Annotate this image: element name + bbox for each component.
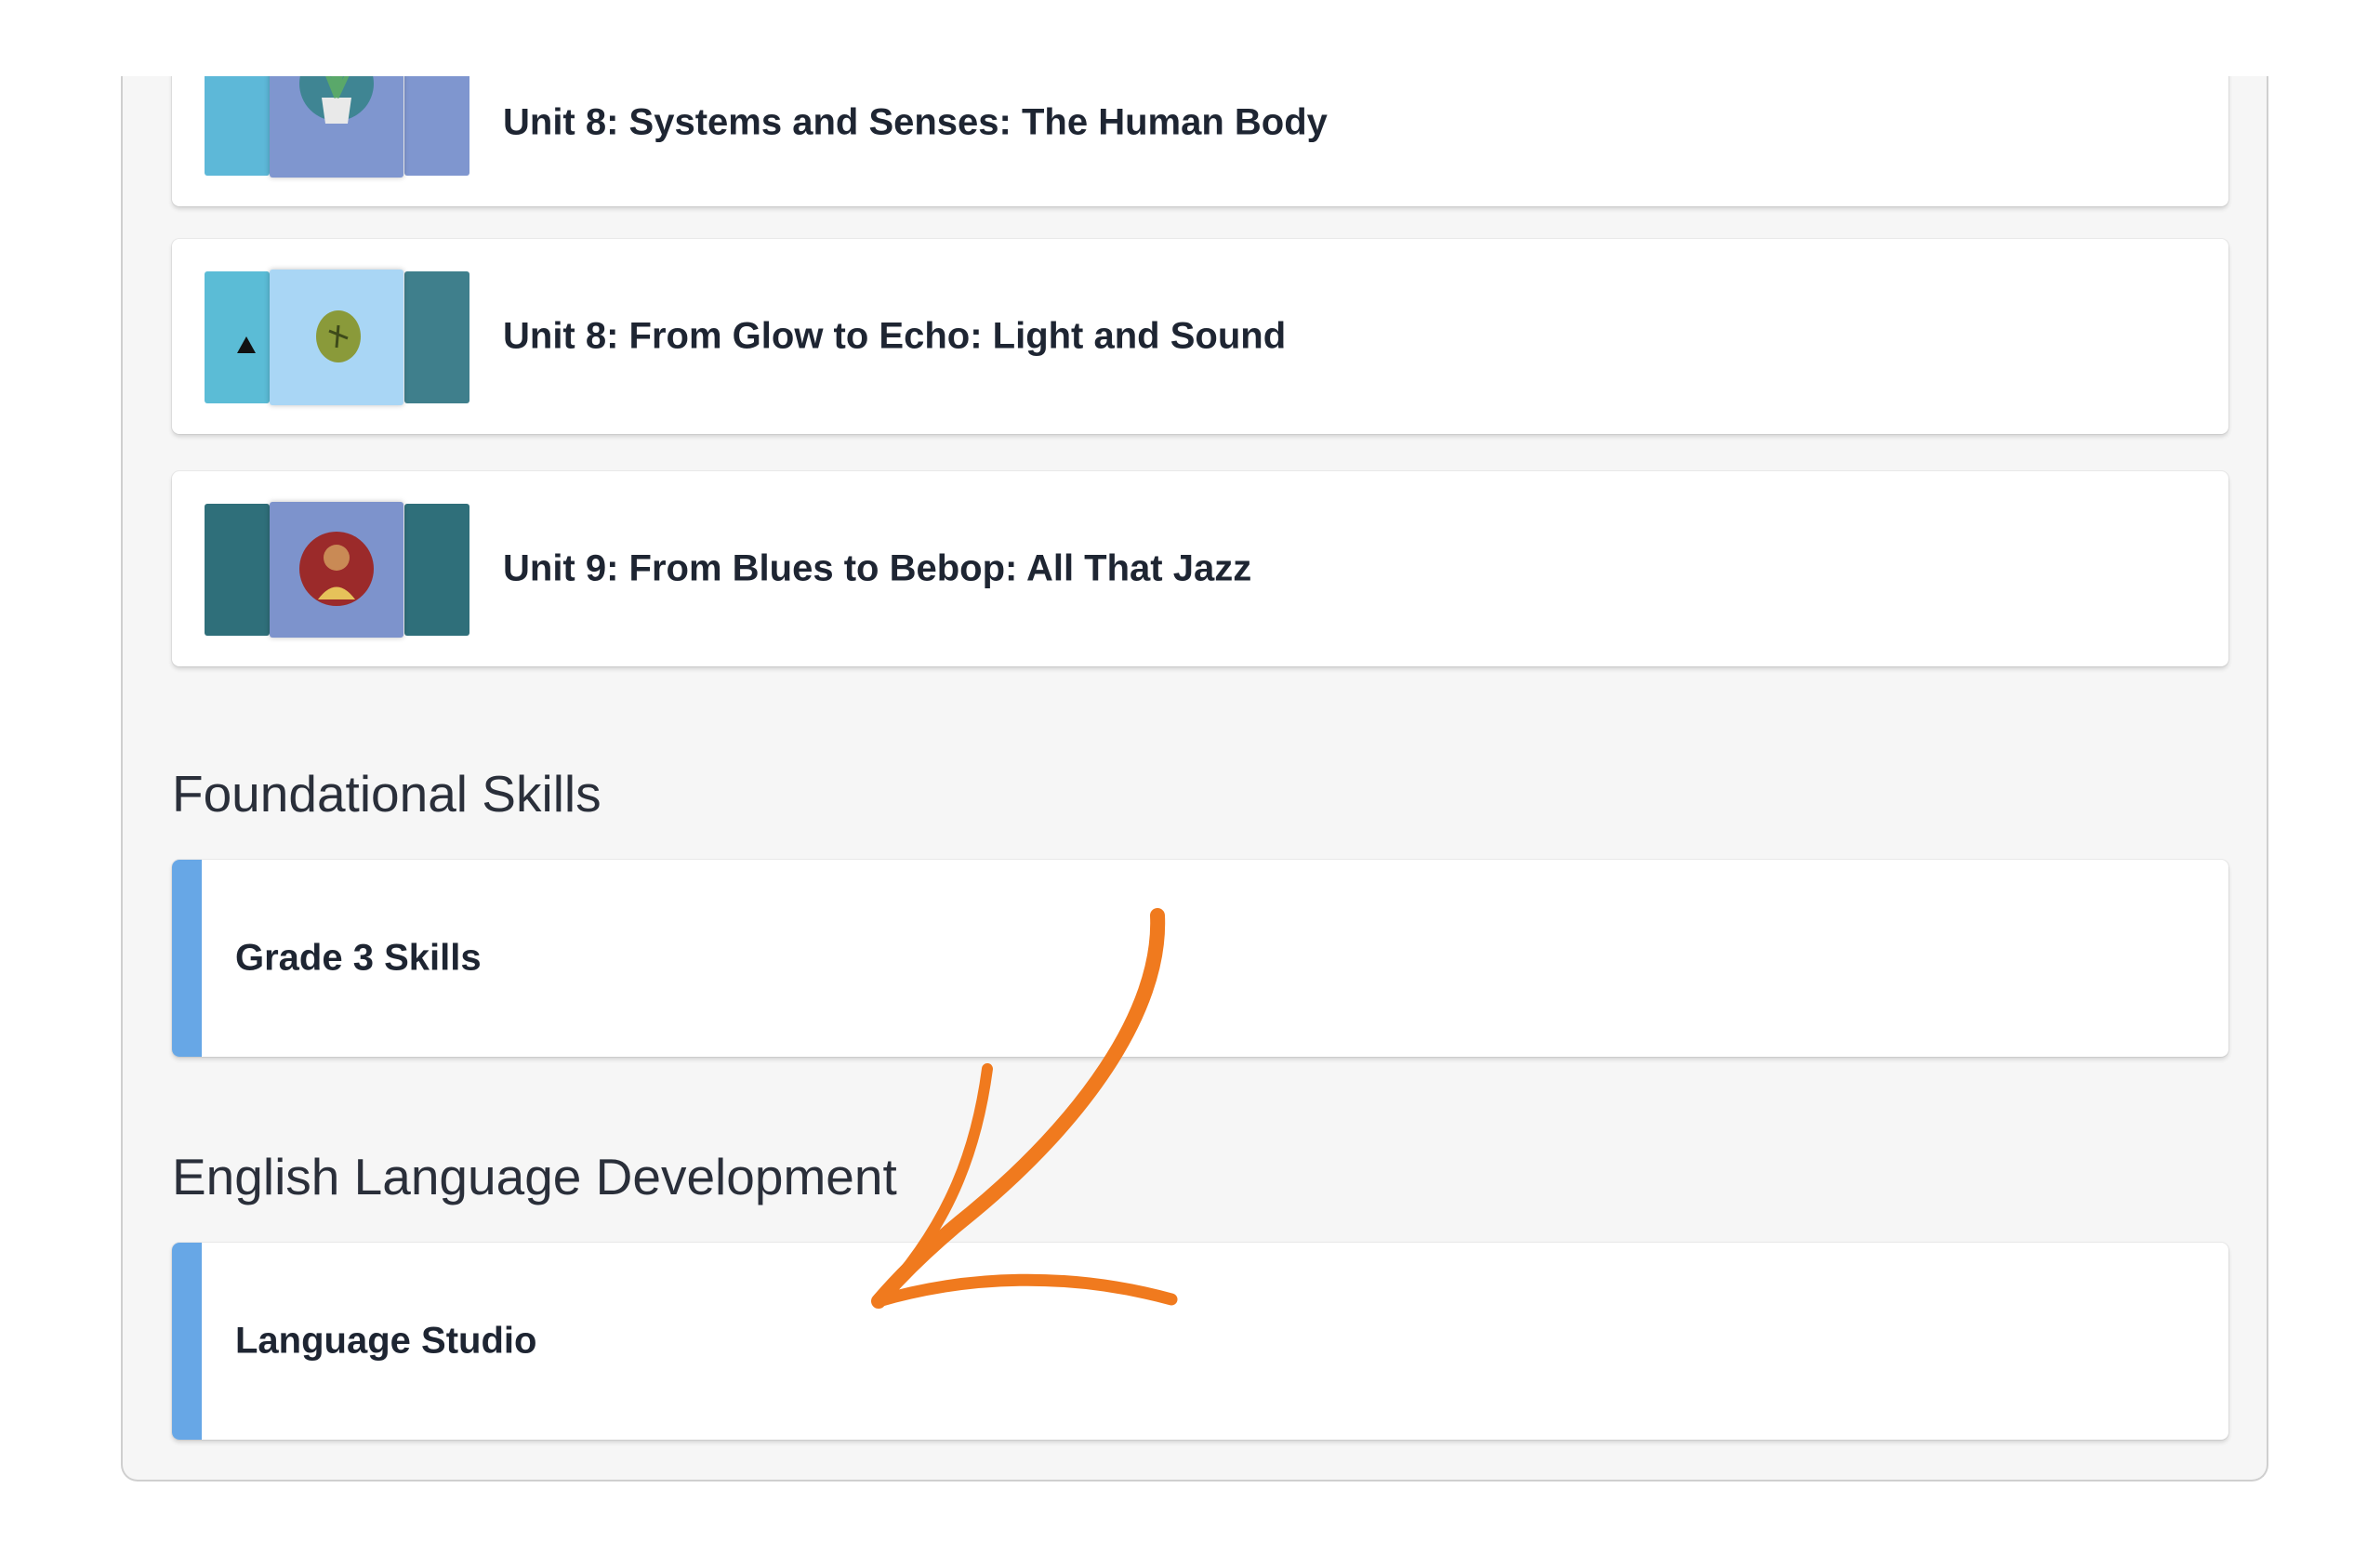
card-accent-bar: [172, 860, 202, 1057]
section-heading-english-language-development: English Language Development: [172, 1148, 897, 1205]
skill-title: Language Studio: [235, 1320, 537, 1362]
skill-card-grade-3-skills[interactable]: Grade 3 Skills: [172, 860, 2228, 1057]
seed-icon: [270, 270, 403, 405]
skill-title: Grade 3 Skills: [235, 937, 482, 979]
thumbnail-side-left: [205, 271, 270, 403]
thumbnail-side-left: [205, 504, 270, 636]
unit-title: Unit 9: From Blues to Bebop: All That Ja…: [503, 547, 1252, 589]
unit-title: Unit 8: Systems and Senses: The Human Bo…: [503, 101, 1328, 143]
plant-icon: [270, 76, 403, 178]
thumbnail-side-right: [404, 504, 469, 636]
unit-thumbnail: [205, 502, 469, 638]
unit-card-human-body[interactable]: Unit 8: Systems and Senses: The Human Bo…: [172, 76, 2228, 206]
card-accent-bar: [172, 1243, 202, 1440]
thumbnail-side-right: [404, 271, 469, 403]
section-heading-foundational-skills: Foundational Skills: [172, 765, 602, 823]
unit-title: Unit 8: From Glow to Echo: Light and Sou…: [503, 315, 1287, 357]
unit-card-light-and-sound[interactable]: Unit 8: From Glow to Echo: Light and Sou…: [172, 239, 2228, 434]
unit-thumbnail: [205, 76, 469, 178]
singer-icon: [270, 502, 403, 638]
skill-card-language-studio[interactable]: Language Studio: [172, 1243, 2228, 1440]
unit-thumbnail: [205, 270, 469, 405]
thumbnail-side-right: [404, 76, 469, 176]
unit-list-panel: Unit 8: Systems and Senses: The Human Bo…: [121, 76, 2268, 1482]
unit-card-all-that-jazz[interactable]: Unit 9: From Blues to Bebop: All That Ja…: [172, 471, 2228, 666]
thumbnail-side-left: [205, 76, 270, 176]
